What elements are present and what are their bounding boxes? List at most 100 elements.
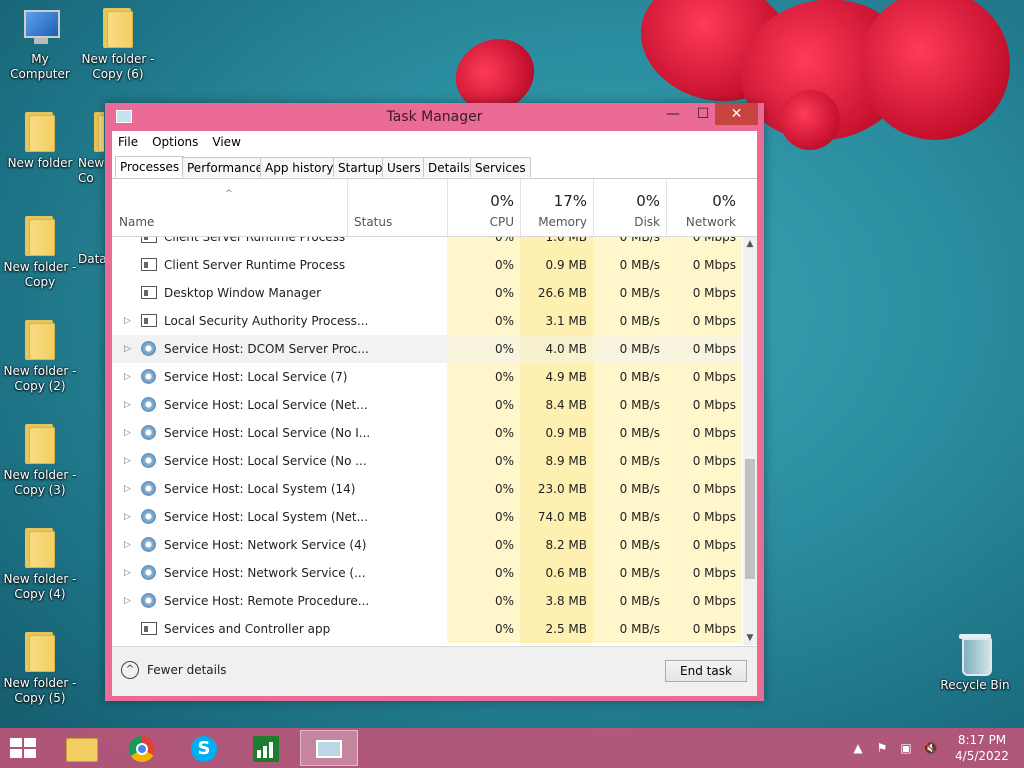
desktop-icon-new-folder-copy-6[interactable]: New folder - Copy (6) bbox=[80, 8, 156, 82]
gear-icon bbox=[141, 453, 156, 468]
desktop-icon-new-folder-copy-3[interactable]: New folder - Copy (3) bbox=[2, 424, 78, 498]
chrome-icon[interactable] bbox=[114, 730, 172, 766]
chevron-up-icon[interactable]: ^ bbox=[121, 661, 139, 679]
process-row[interactable]: ▷ Service Host: Local System (14) 0% 23.0 M… bbox=[112, 475, 742, 503]
scroll-down-icon[interactable]: ▼ bbox=[743, 631, 757, 645]
process-disk: 0 MB/s bbox=[619, 370, 660, 384]
gear-icon bbox=[141, 425, 156, 440]
tab-app-history[interactable]: App history bbox=[260, 157, 339, 177]
sort-ascending-icon: ^ bbox=[225, 189, 233, 199]
scrollbar-thumb[interactable] bbox=[745, 459, 755, 579]
tab-services[interactable]: Services bbox=[470, 157, 531, 177]
process-row[interactable]: Client Server Runtime Process 0% 0.9 MB 0 M… bbox=[112, 251, 742, 279]
process-network: 0 Mbps bbox=[692, 566, 736, 580]
desktop-icon-new-folder-copy[interactable]: New folder - Copy bbox=[2, 216, 78, 290]
scroll-up-icon[interactable]: ▲ bbox=[743, 237, 757, 251]
skype-icon[interactable]: S bbox=[176, 730, 234, 766]
tab-startup[interactable]: Startup bbox=[333, 157, 388, 177]
process-network: 0 Mbps bbox=[692, 314, 736, 328]
column-header: ^ Name Status 0% CPU 17% Memory 0% Disk … bbox=[112, 179, 757, 237]
expand-arrow-icon[interactable]: ▷ bbox=[124, 363, 131, 391]
process-network: 0 Mbps bbox=[692, 426, 736, 440]
gear-icon bbox=[141, 369, 156, 384]
desktop-icon-recycle-bin[interactable]: Recycle Bin bbox=[937, 632, 1013, 693]
process-row[interactable]: ▷ Service Host: Network Service (4) 0% 8.2 … bbox=[112, 531, 742, 559]
folder-icon bbox=[25, 528, 55, 568]
show-hidden-icons-icon[interactable]: ▲ bbox=[851, 741, 865, 755]
volume-muted-icon[interactable]: 🔇 bbox=[923, 741, 938, 755]
expand-arrow-icon[interactable]: ▷ bbox=[124, 447, 131, 475]
desktop-icon-new-folder[interactable]: New folder bbox=[2, 112, 78, 171]
minimize-button[interactable]: — bbox=[658, 103, 688, 125]
process-network: 0 Mbps bbox=[692, 482, 736, 496]
desktop-icon-my-computer[interactable]: My Computer bbox=[2, 8, 78, 82]
column-memory[interactable]: 17% Memory bbox=[520, 179, 593, 236]
expand-arrow-icon[interactable]: ▷ bbox=[124, 391, 131, 419]
process-network: 0 Mbps bbox=[692, 398, 736, 412]
chart-app-icon[interactable] bbox=[238, 730, 296, 766]
process-disk: 0 MB/s bbox=[619, 594, 660, 608]
expand-arrow-icon[interactable]: ▷ bbox=[124, 335, 131, 363]
tab-processes[interactable]: Processes bbox=[115, 156, 185, 178]
process-row[interactable]: ▷ Service Host: DCOM Server Proc... 0% 4.0 … bbox=[112, 335, 742, 363]
footer-bar: ^ Fewer details End task bbox=[112, 646, 757, 696]
start-button[interactable] bbox=[10, 738, 38, 758]
maximize-button[interactable]: ☐ bbox=[688, 103, 718, 125]
process-row[interactable]: ▷ Service Host: Local Service (Net... 0% 8.… bbox=[112, 391, 742, 419]
close-button[interactable]: ✕ bbox=[715, 103, 758, 125]
process-row[interactable]: Client Server Runtime Process 0% 1.0 MB 0 M… bbox=[112, 237, 742, 251]
menu-view[interactable]: View bbox=[212, 135, 240, 149]
process-disk: 0 MB/s bbox=[619, 566, 660, 580]
tab-users[interactable]: Users bbox=[382, 157, 426, 177]
title-bar[interactable]: Task Manager — ☐ ✕ bbox=[105, 103, 764, 129]
network-icon[interactable]: ▣ bbox=[899, 741, 913, 755]
file-explorer-icon[interactable] bbox=[52, 730, 110, 766]
desktop-icon-label: New bbox=[78, 156, 104, 170]
process-row[interactable]: ▷ Service Host: Network Service (... 0% 0.6… bbox=[112, 559, 742, 587]
column-disk[interactable]: 0% Disk bbox=[593, 179, 666, 236]
end-task-button[interactable]: End task bbox=[665, 660, 747, 682]
tab-performance[interactable]: Performance bbox=[182, 157, 269, 177]
process-row[interactable]: ▷ Service Host: Local Service (No I... 0% 0… bbox=[112, 419, 742, 447]
action-center-flag-icon[interactable]: ⚑ bbox=[875, 741, 889, 755]
desktop-icon-new-folder-copy-2[interactable]: New folder - Copy (2) bbox=[2, 320, 78, 394]
process-cpu: 0% bbox=[494, 538, 514, 552]
menu-file[interactable]: File bbox=[118, 135, 138, 149]
menu-options[interactable]: Options bbox=[152, 135, 198, 149]
desktop-icon-partial[interactable]: New Co bbox=[78, 112, 104, 186]
vertical-scrollbar[interactable]: ▲ ▼ bbox=[743, 237, 757, 645]
expand-arrow-icon[interactable]: ▷ bbox=[124, 307, 131, 335]
expand-arrow-icon[interactable]: ▷ bbox=[124, 559, 131, 587]
window-icon bbox=[141, 258, 157, 271]
tab-details[interactable]: Details bbox=[423, 157, 475, 177]
process-cpu: 0% bbox=[494, 510, 514, 524]
desktop-icon-partial-data[interactable]: Data bbox=[78, 252, 105, 267]
desktop-icon-label: My Computer bbox=[10, 52, 70, 81]
expand-arrow-icon[interactable]: ▷ bbox=[124, 503, 131, 531]
process-disk: 0 MB/s bbox=[619, 342, 660, 356]
process-disk: 0 MB/s bbox=[619, 258, 660, 272]
menu-bar: File Options View bbox=[112, 131, 757, 153]
task-manager-icon[interactable] bbox=[300, 730, 358, 766]
process-network: 0 Mbps bbox=[692, 286, 736, 300]
column-cpu[interactable]: 0% CPU bbox=[447, 179, 520, 236]
expand-arrow-icon[interactable]: ▷ bbox=[124, 475, 131, 503]
process-row[interactable]: Desktop Window Manager 0% 26.6 MB 0 MB/s 0 M… bbox=[112, 279, 742, 307]
process-row[interactable]: ▷ Service Host: Local Service (No ... 0% 8.… bbox=[112, 447, 742, 475]
column-network[interactable]: 0% Network bbox=[666, 179, 742, 236]
process-row[interactable]: Services and Controller app 0% 2.5 MB 0 MB/… bbox=[112, 615, 742, 643]
process-memory: 0.6 MB bbox=[545, 566, 587, 580]
process-row[interactable]: ▷ Service Host: Local Service (7) 0% 4.9 MB… bbox=[112, 363, 742, 391]
expand-arrow-icon[interactable]: ▷ bbox=[124, 531, 131, 559]
desktop-icon-new-folder-copy-4[interactable]: New folder - Copy (4) bbox=[2, 528, 78, 602]
process-row[interactable]: ▷ Local Security Authority Process... 0% 3.… bbox=[112, 307, 742, 335]
process-row[interactable]: ▷ Service Host: Local System (Net... 0% 74.… bbox=[112, 503, 742, 531]
gear-icon bbox=[141, 481, 156, 496]
expand-arrow-icon[interactable]: ▷ bbox=[124, 419, 131, 447]
expand-arrow-icon[interactable]: ▷ bbox=[124, 587, 131, 615]
column-name[interactable]: ^ Name bbox=[112, 179, 347, 236]
fewer-details-link[interactable]: Fewer details bbox=[147, 663, 227, 677]
desktop-icon-new-folder-copy-5[interactable]: New folder - Copy (5) bbox=[2, 632, 78, 706]
column-status[interactable]: Status bbox=[347, 179, 447, 236]
process-row[interactable]: ▷ Service Host: Remote Procedure... 0% 3.8 … bbox=[112, 587, 742, 615]
